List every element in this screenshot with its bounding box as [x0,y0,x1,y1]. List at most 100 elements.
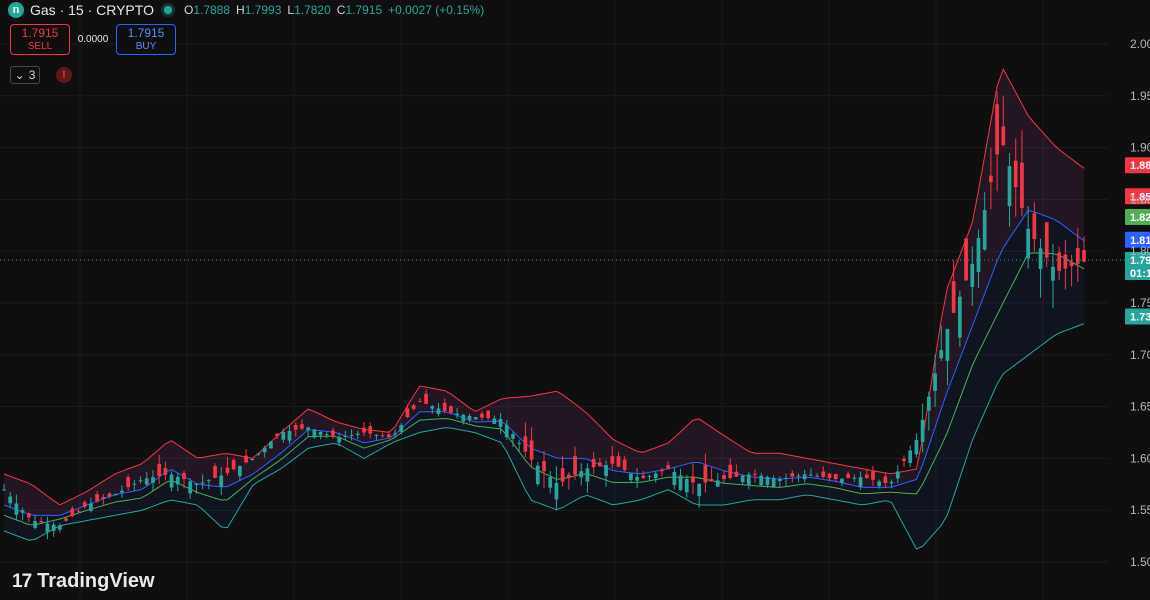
candle-body [461,414,466,422]
candle-body [660,469,664,472]
warning-icon[interactable]: ! [56,67,72,83]
candle-body [722,475,726,480]
candle-body [331,430,335,437]
candle-body [765,476,770,486]
candle-body [864,474,869,479]
candle-body [902,458,906,461]
buy-price: 1.7915 [127,25,165,40]
open-key: O [183,3,194,17]
y-tick-label: 1.95 [1130,89,1150,103]
symbol-title[interactable]: Gas · 15 · CRYPTO [30,2,154,18]
candle-body [1038,248,1043,270]
y-tick-label: 1.70 [1130,348,1150,362]
candle-body [244,455,248,463]
candle-body [1069,262,1074,267]
candle-body [374,434,379,436]
candle-body [1013,160,1018,188]
candle-body [616,456,621,467]
candle-body [703,465,708,483]
candle-body [1057,252,1062,271]
candle-body [554,482,559,500]
candle-body [355,433,360,436]
candle-body [939,350,944,359]
candle-body [64,518,68,521]
candle-body [300,424,304,429]
candle-body [591,458,596,468]
candle-body [728,464,733,478]
candle-body [933,373,937,391]
candle-body [827,473,832,479]
candle-body [33,521,37,528]
candle-body [113,494,118,496]
candle-body [771,478,776,487]
candle-body [206,480,211,482]
indicator-bar: ⌄ 3 ! [10,66,72,84]
low-value: 1.7820 [294,3,331,17]
candle-body [821,471,826,477]
candle-body [89,503,93,511]
candle-body [709,479,714,482]
candle-body [418,400,422,402]
chevron-down-icon: ⌄ [14,68,25,82]
tradingview-logo[interactable]: 17 TradingView [12,570,155,593]
candle-body [566,474,571,479]
sell-button[interactable]: 1.7915 SELL [10,24,70,55]
candle-body [1044,222,1049,258]
indicators-toggle[interactable]: ⌄ 3 [10,66,40,84]
sell-label: SELL [27,40,53,52]
candle-body [871,471,875,480]
candle-body [958,296,962,338]
candle-body [1075,247,1080,264]
price-chart[interactable]: 1.881.851.821.811.7901:11.73 2.001.951.9… [0,0,1150,600]
candle-body [275,433,279,437]
candle-body [846,473,850,479]
candle-body [982,210,987,250]
candle-body [182,473,186,480]
candle-body [442,402,447,411]
candle-body [852,477,857,479]
candle-body [778,479,782,482]
candle-body [194,483,199,486]
candle-body [281,432,286,440]
candle-body [76,510,81,512]
candle-body [610,456,615,464]
price-tag-label: 1.82 [1130,212,1150,224]
candle-body [269,441,273,449]
candle-body [467,415,472,420]
candle-body [2,489,6,491]
candle-body [889,481,894,484]
candle-body [455,413,459,416]
spread-value: 0.0000 [77,34,109,45]
y-tick-label: 1.75 [1130,296,1150,310]
y-tick-label: 1.50 [1130,555,1150,569]
candle-body [635,476,639,481]
candle-body [666,465,670,469]
high-value: 1.7993 [244,3,282,17]
candle-body [498,418,503,427]
price-change: +0.0027 (+0.15%) [388,3,485,17]
candle-body [138,480,143,482]
candle-body [790,473,795,477]
y-tick-label: 1.90 [1130,141,1150,155]
candle-body [573,455,577,475]
candle-body [840,478,844,483]
candle-body [101,496,106,499]
candle-body [256,453,261,455]
buy-button[interactable]: 1.7915 BUY [116,24,176,55]
candle-body [585,468,590,482]
candle-body [560,468,565,482]
candle-body [39,521,44,523]
candle-body [411,405,416,409]
candle-body [964,238,968,281]
candle-body [293,424,298,430]
candle-body [144,478,149,485]
price-tag-label: 1.88 [1130,160,1150,172]
candle-body [200,482,205,484]
candle-body [287,430,292,441]
candle-body [386,434,391,438]
candle-body [349,434,354,436]
candle-body [318,431,323,436]
candle-body [486,410,490,418]
trade-panel: 1.7915 SELL 0.0000 1.7915 BUY [10,24,176,55]
candle-body [697,483,702,497]
